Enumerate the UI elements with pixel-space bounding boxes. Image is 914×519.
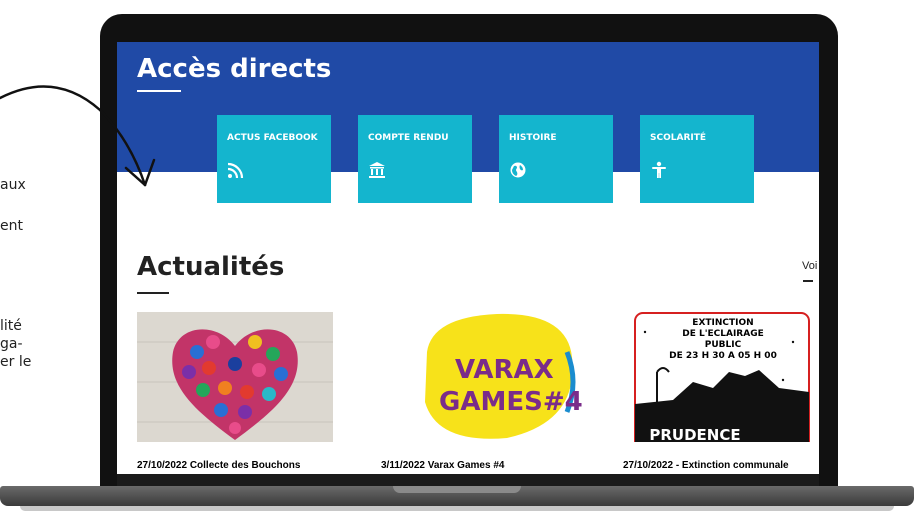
tile-actus-facebook[interactable]: ACTUS FACEBOOK — [217, 115, 331, 203]
browser-screen: Accès directs ACTUS FACEBOOK COMPTE REND… — [117, 42, 819, 486]
varax-games-logo-image: VARAX GAMES#4 — [425, 313, 583, 439]
laptop-base-shadow — [20, 506, 894, 511]
tile-label: HISTOIRE — [509, 133, 557, 143]
side-text-line-2: ent — [0, 218, 23, 234]
side-text-line-5: er le — [0, 354, 32, 370]
tile-label: SCOLARITÉ — [650, 133, 707, 143]
poster-line-4: DE 23 H 30 A 05 H 00 — [669, 351, 777, 361]
child-icon — [652, 161, 666, 178]
globe-icon — [510, 162, 526, 178]
news-thumbnail-1[interactable] — [137, 312, 333, 442]
tile-label: ACTUS FACEBOOK — [227, 133, 318, 143]
street-light-poster-image: EXTINCTION DE L'ECLAIRAGE PUBLIC DE 23 H… — [634, 312, 810, 442]
poster-line-1: EXTINCTION — [692, 318, 753, 328]
news-section-title: Actualités — [137, 252, 285, 282]
poster-line-3: PUBLIC — [705, 340, 742, 350]
tile-compte-rendu[interactable]: COMPTE RENDU — [358, 115, 472, 203]
news-caption-1[interactable]: 27/10/2022 Collecte des Bouchons — [137, 460, 300, 471]
tile-label: COMPTE RENDU — [368, 133, 449, 143]
curved-arrow-icon — [0, 85, 156, 187]
institution-icon — [369, 162, 385, 178]
screen-bottom-bar — [117, 474, 819, 486]
tile-scolarite[interactable]: SCOLARITÉ — [640, 115, 754, 203]
bottle-caps-heart-image — [137, 312, 333, 442]
see-all-underline — [803, 280, 813, 282]
side-text-line-3: lité — [0, 318, 22, 334]
news-caption-2[interactable]: 3/11/2022 Varax Games #4 — [381, 460, 504, 471]
rss-icon — [227, 162, 244, 179]
poster-line-2: DE L'ECLAIRAGE — [682, 329, 763, 339]
poster-prudence: PRUDENCE — [649, 426, 740, 442]
news-caption-3[interactable]: 27/10/2022 - Extinction communale — [623, 460, 789, 471]
games-text: GAMES#4 — [439, 387, 583, 417]
laptop-notch — [393, 486, 521, 493]
varax-text: VARAX — [455, 355, 554, 385]
tile-histoire[interactable]: HISTOIRE — [499, 115, 613, 203]
news-thumbnail-2[interactable]: VARAX GAMES#4 — [407, 312, 603, 442]
see-all-link[interactable]: Voi — [802, 260, 817, 272]
news-title-underline — [137, 292, 169, 294]
news-thumbnail-3[interactable]: EXTINCTION DE L'ECLAIRAGE PUBLIC DE 23 H… — [633, 312, 819, 442]
side-text-line-4: ga- — [0, 336, 23, 352]
